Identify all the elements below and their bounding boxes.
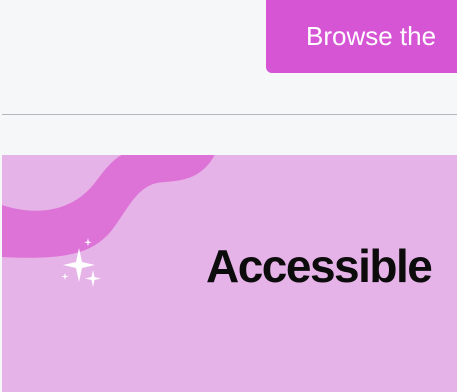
divider <box>2 114 457 115</box>
browse-button-label: Browse the <box>306 21 437 51</box>
hero-banner: Accessible <box>2 155 457 392</box>
browse-button-wrap: Browse the <box>266 0 457 73</box>
wave-shape <box>2 155 215 258</box>
banner-title: Accessible <box>206 240 433 292</box>
browse-button[interactable]: Browse the <box>266 0 457 73</box>
